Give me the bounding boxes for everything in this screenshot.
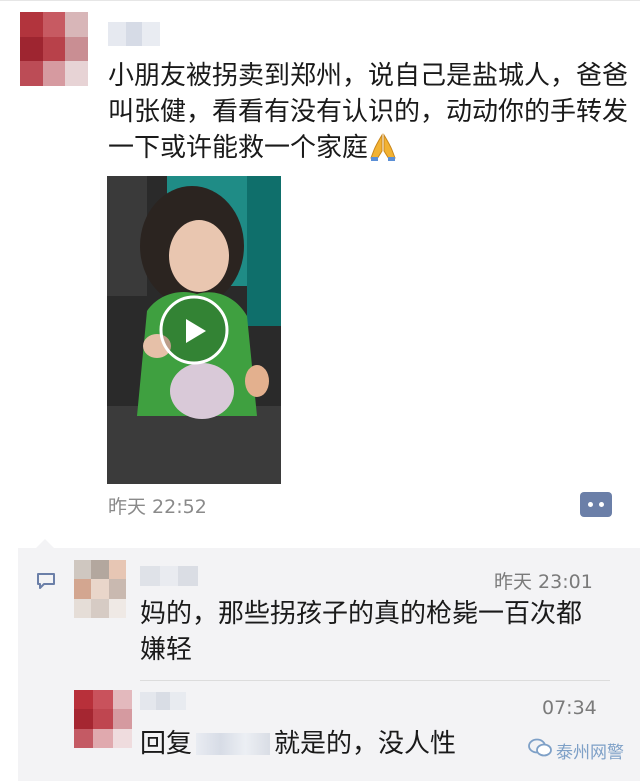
comment-1-avatar[interactable] xyxy=(74,560,126,618)
reply-prefix: 回复 xyxy=(140,729,193,759)
post-timestamp: 昨天 22:52 xyxy=(108,496,207,518)
reply-target-blurred[interactable] xyxy=(196,733,271,755)
watermark: 泰州网警 xyxy=(528,738,624,763)
comment-divider xyxy=(140,680,610,681)
post-author-avatar[interactable] xyxy=(20,12,88,86)
watermark-text: 泰州网警 xyxy=(556,743,624,763)
comment-section-caret xyxy=(36,539,54,548)
post-author-name-blurred[interactable] xyxy=(108,22,160,46)
comment-2-avatar[interactable] xyxy=(74,690,132,748)
pray-emoji-icon xyxy=(368,132,398,172)
top-divider xyxy=(0,0,640,1)
play-icon[interactable] xyxy=(186,319,206,343)
comment-1-author-blurred[interactable] xyxy=(140,566,198,586)
comment-more-icon[interactable] xyxy=(580,492,612,517)
post-text: 小朋友被拐卖到郑州，说自己是盐城人，爸爸叫张健，看看有没有认识的，动动你的手转发… xyxy=(108,58,628,172)
comment-bubble-icon xyxy=(36,572,56,594)
comment-1-text[interactable]: 妈的，那些拐孩子的真的枪毙一百次都嫌轻 xyxy=(140,596,602,668)
comment-2-author-blurred[interactable] xyxy=(140,692,186,710)
video-thumbnail[interactable] xyxy=(107,176,281,484)
comment-2-text[interactable]: 回复 就是的，没人性 xyxy=(140,726,520,762)
wechat-icon xyxy=(528,738,552,763)
comment-1-time: 昨天 23:01 xyxy=(494,571,593,593)
comment-2-time: 07:34 xyxy=(542,697,597,719)
